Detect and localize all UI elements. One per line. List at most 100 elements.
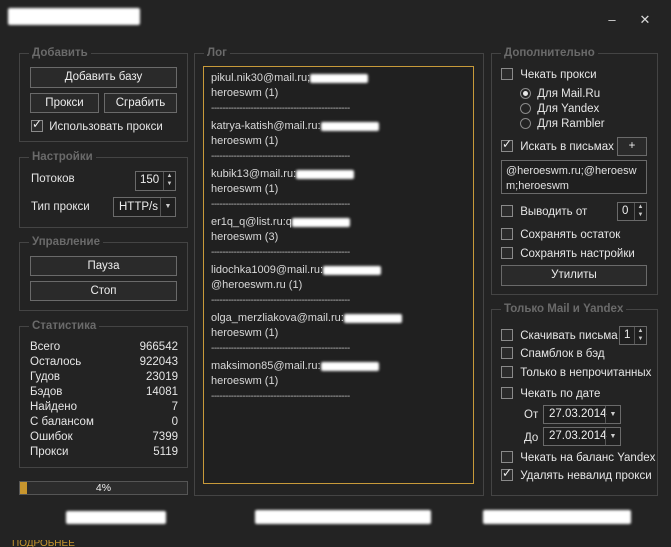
redacted-status-left xyxy=(66,511,166,524)
check-balance-yandex-checkbox[interactable]: Чекать на баланс Yandex xyxy=(501,451,655,464)
output-from-stepper[interactable]: 0 ▲ ▼ xyxy=(617,202,647,221)
log-entry-email: maksimon85@mail.ru: xyxy=(211,360,321,372)
search-letters-checkbox[interactable]: Искать в письмах xyxy=(501,137,614,153)
output-from-value: 0 xyxy=(622,205,629,217)
radio-rambler-dot[interactable] xyxy=(520,118,531,129)
search-letters-check[interactable] xyxy=(501,137,513,152)
pause-button[interactable]: Пауза xyxy=(30,256,177,276)
progress-bar: 4% xyxy=(19,481,188,495)
unread-only-checkbox[interactable]: Только в непрочитанных xyxy=(501,366,651,379)
stop-button[interactable]: Стоп xyxy=(30,281,177,301)
log-separator: ----------------------------------------… xyxy=(211,295,350,306)
save-rest-checkbox[interactable]: Сохранять остаток xyxy=(501,228,620,241)
radio-yandex-dot[interactable] xyxy=(520,103,531,114)
radio-mailru-dot[interactable] xyxy=(520,88,531,99)
minimize-button[interactable]: – xyxy=(602,10,622,30)
redacted-password xyxy=(296,170,354,179)
log-entry-result: @heroeswm.ru (1) xyxy=(211,279,303,291)
proxy-type-label: Тип прокси xyxy=(31,201,90,213)
check-by-date-label: Чекать по дате xyxy=(520,388,601,400)
log-entry-email: pikul.nik30@mail.ru; xyxy=(211,72,311,84)
stat-name: Бэдов xyxy=(30,386,63,398)
delete-invalid-proxy-label: Удалять невалид прокси xyxy=(520,470,652,482)
radio-mailru[interactable]: Для Mail.Ru xyxy=(520,88,600,100)
grab-button[interactable]: Сграбить xyxy=(104,93,177,113)
spamblock-checkbox[interactable]: Спамблок в бэд xyxy=(501,347,605,360)
threads-stepper[interactable]: 150 ▲ ▼ xyxy=(135,171,176,191)
stat-value: 5119 xyxy=(153,446,178,458)
log-entry-email: kubik13@mail.ru: xyxy=(211,168,297,180)
download-letters-label: Скачивать письма xyxy=(520,330,618,342)
check-proxy-checkbox[interactable]: Чекать прокси xyxy=(501,68,597,81)
save-settings-label: Сохранять настройки xyxy=(520,248,635,260)
stat-value: 0 xyxy=(171,416,178,428)
add-term-button[interactable]: + xyxy=(617,137,647,156)
save-settings-checkbox[interactable]: Сохранять настройки xyxy=(501,247,635,260)
output-from-check[interactable] xyxy=(501,205,513,217)
from-date-picker[interactable]: 27.03.2014 ▼ xyxy=(543,405,621,424)
radio-rambler-label: Для Rambler xyxy=(537,118,605,130)
close-button[interactable]: ✕ xyxy=(635,10,655,30)
use-proxy-check[interactable] xyxy=(31,117,43,132)
delete-invalid-proxy-checkbox[interactable]: Удалять невалид прокси xyxy=(501,466,652,482)
stat-row: Осталось 922043 xyxy=(30,356,178,371)
radio-yandex-label: Для Yandex xyxy=(537,103,600,115)
chevron-down-icon[interactable]: ▼ xyxy=(605,406,620,423)
chevron-down-icon[interactable]: ▼ xyxy=(160,198,175,216)
group-add-title: Добавить xyxy=(29,46,91,60)
group-settings-title: Настройки xyxy=(29,150,96,164)
utilities-button[interactable]: Утилиты xyxy=(501,265,647,286)
download-letters-stepper[interactable]: 1 ▲ ▼ xyxy=(619,326,647,345)
stat-name: Ошибок xyxy=(30,431,73,443)
proxy-type-select[interactable]: HTTP/s ▼ xyxy=(113,197,176,217)
check-proxy-check[interactable] xyxy=(501,68,513,80)
to-date-picker[interactable]: 27.03.2014 ▼ xyxy=(543,427,621,446)
download-letters-checkbox[interactable]: Скачивать письма xyxy=(501,329,618,342)
proxy-button[interactable]: Прокси xyxy=(30,93,99,113)
save-rest-label: Сохранять остаток xyxy=(520,229,621,241)
log-entry-result: heroeswm (1) xyxy=(211,87,279,99)
footer-link[interactable]: ПОДРОБНЕЕ xyxy=(12,540,75,547)
check-balance-yandex-check[interactable] xyxy=(501,451,513,463)
stepper-arrows-icon[interactable]: ▲ ▼ xyxy=(163,172,175,190)
stat-row: С балансом 0 xyxy=(30,416,178,431)
download-letters-check[interactable] xyxy=(501,329,513,341)
group-stats-title: Статистика xyxy=(29,319,100,333)
log-textbox[interactable]: pikul.nik30@mail.ru; heroeswm (1) --------… xyxy=(203,66,474,484)
radio-yandex[interactable]: Для Yandex xyxy=(520,103,599,115)
to-date-value: 27.03.2014 xyxy=(549,430,607,442)
spamblock-check[interactable] xyxy=(501,347,513,359)
log-separator: ----------------------------------------… xyxy=(211,103,350,114)
check-by-date-checkbox[interactable]: Чекать по дате xyxy=(501,387,600,400)
unread-only-check[interactable] xyxy=(501,366,513,378)
threads-label: Потоков xyxy=(31,173,75,185)
delete-invalid-proxy-check[interactable] xyxy=(501,466,513,481)
download-letters-value: 1 xyxy=(624,329,631,341)
use-proxy-label: Использовать прокси xyxy=(49,121,163,133)
title-bar: – ✕ xyxy=(0,0,671,34)
save-rest-check[interactable] xyxy=(501,228,513,240)
search-terms-input[interactable]: @heroeswm.ru;@heroeswm;heroeswm xyxy=(501,160,647,194)
group-mail-yandex-title: Только Mail и Yandex xyxy=(501,302,627,316)
save-settings-check[interactable] xyxy=(501,247,513,259)
log-separator: ----------------------------------------… xyxy=(211,343,350,354)
redacted-title xyxy=(8,8,140,25)
stats-list: Всего 966542 Осталось 922043 Гудов 23019… xyxy=(30,341,178,461)
add-base-button[interactable]: Добавить базу xyxy=(30,67,177,88)
chevron-down-icon[interactable]: ▼ xyxy=(605,428,620,445)
stat-name: Найдено xyxy=(30,401,77,413)
stepper-arrows-icon[interactable]: ▲ ▼ xyxy=(634,327,646,344)
radio-rambler[interactable]: Для Rambler xyxy=(520,118,605,130)
output-from-checkbox[interactable]: Выводить от xyxy=(501,205,587,218)
from-date-value: 27.03.2014 xyxy=(549,408,607,420)
stat-value: 7 xyxy=(171,401,178,413)
stat-value: 966542 xyxy=(139,341,178,353)
use-proxy-checkbox[interactable]: Использовать прокси xyxy=(31,117,163,133)
log-separator: ----------------------------------------… xyxy=(211,247,350,258)
stepper-arrows-icon[interactable]: ▲ ▼ xyxy=(634,203,646,220)
redacted-password xyxy=(344,314,402,323)
spamblock-label: Спамблок в бэд xyxy=(520,348,605,360)
to-label: До xyxy=(524,432,539,444)
check-by-date-check[interactable] xyxy=(501,387,513,399)
stat-name: Прокси xyxy=(30,446,69,458)
